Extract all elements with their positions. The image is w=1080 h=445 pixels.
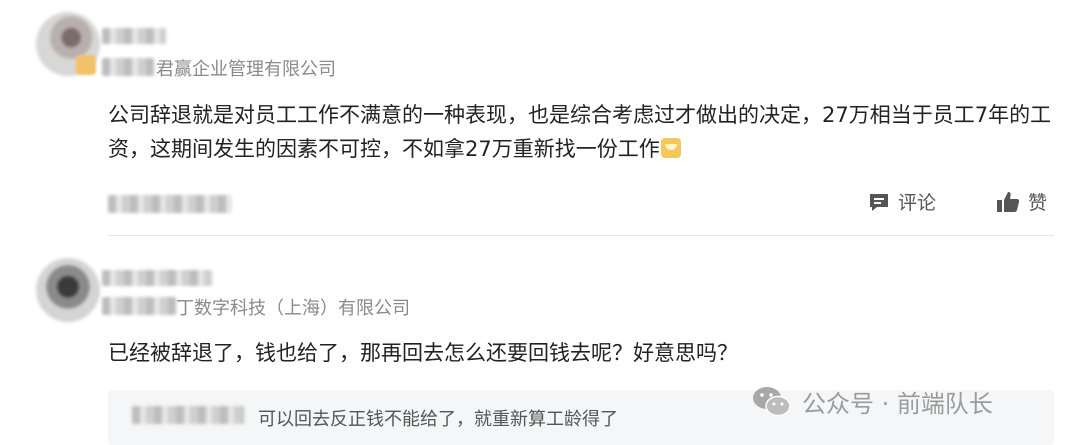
- comment-text: 公司辞退就是对员工工作不满意的一种表现，也是综合考虑过才做出的决定，27万相当于…: [108, 103, 1052, 161]
- comment-text: 已经被辞退了，钱也给了，那再回去怎么还要回钱去呢？好意思吗？: [108, 341, 738, 365]
- reply-username: [132, 406, 244, 424]
- comment-icon: [870, 193, 888, 211]
- company-blurred-prefix: [102, 297, 176, 315]
- verified-badge-icon: [76, 55, 96, 75]
- watermark-text: 公众号 · 前端队长: [802, 390, 993, 418]
- company-name: 君赢企业管理有限公司: [156, 59, 336, 80]
- avatar[interactable]: [36, 258, 100, 322]
- thumbs-up-icon: [997, 191, 1020, 212]
- username[interactable]: [102, 28, 166, 44]
- divider: [108, 235, 1054, 236]
- username[interactable]: [102, 270, 212, 286]
- comment-label: 评论: [898, 192, 937, 214]
- timestamp: [108, 195, 232, 213]
- company-blurred-prefix: [102, 58, 154, 76]
- watermark: 公众号 · 前端队长: [752, 384, 993, 419]
- wechat-icon: [753, 386, 791, 416]
- like-button[interactable]: 赞: [996, 188, 1047, 215]
- company-name: 丁数字科技（上海）有限公司: [176, 298, 410, 319]
- comment-button[interactable]: 评论: [868, 188, 936, 215]
- emoji-icon: [660, 138, 681, 158]
- reply-text: 可以回去反正钱不能给了，就重新算工龄得了: [258, 409, 618, 430]
- like-label: 赞: [1028, 192, 1048, 214]
